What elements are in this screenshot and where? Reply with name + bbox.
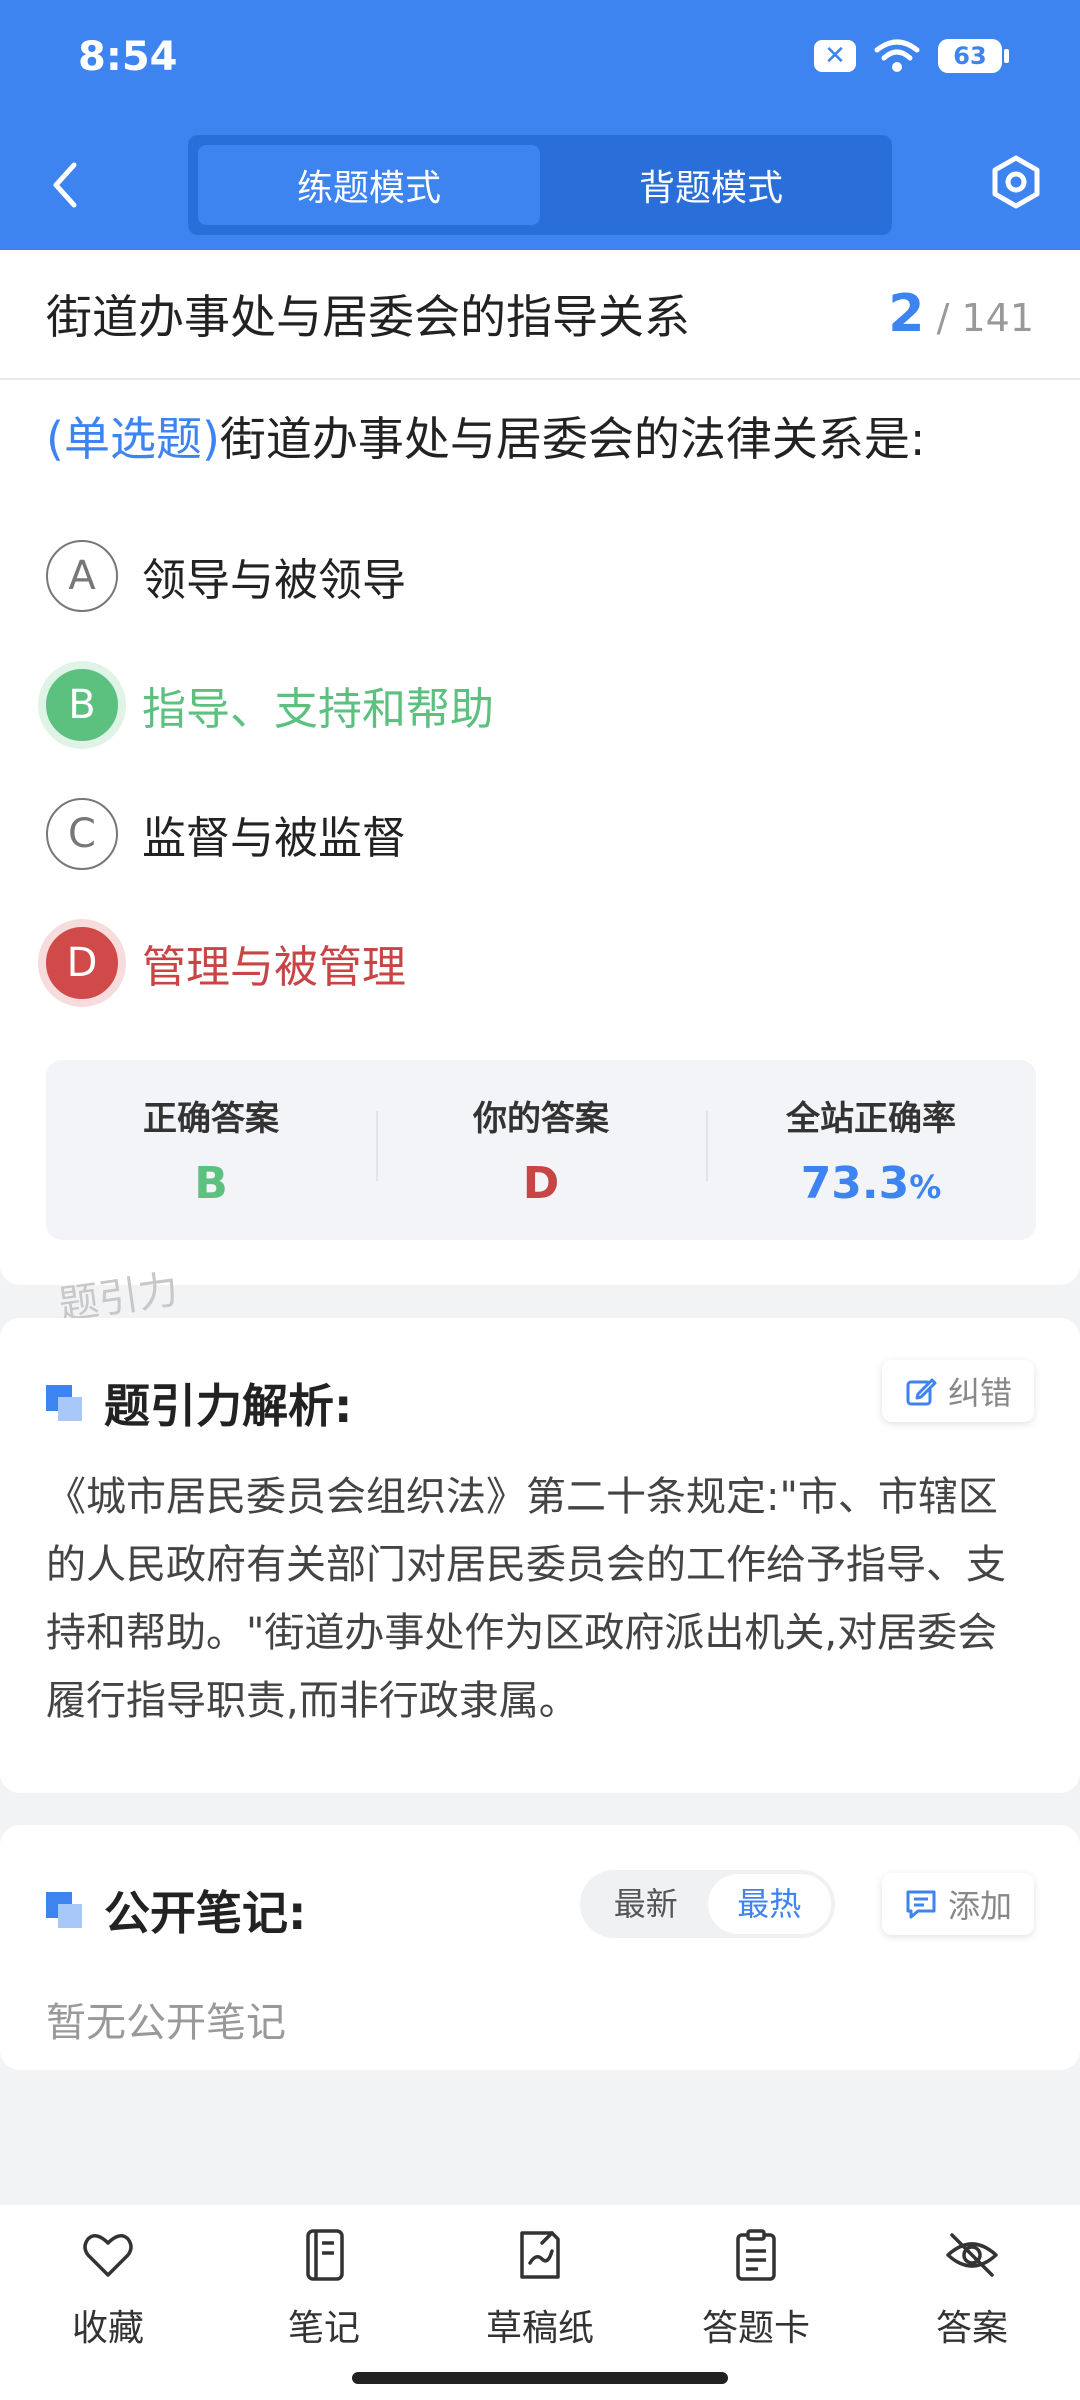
option-text: 监督与被监督	[142, 813, 406, 865]
report-error-button[interactable]: 纠错	[881, 1360, 1034, 1422]
chevron-left-icon	[53, 162, 77, 208]
answer-card-label: 答题卡	[701, 2308, 810, 2349]
answer-card-icon	[736, 2229, 776, 2281]
correct-answer-col: 正确答案 B	[46, 1091, 376, 1209]
show-answer-button[interactable]: 答案	[864, 2205, 1080, 2400]
top-header: 8:54 ✕ 63 练题模式 背题模式	[0, 0, 1080, 250]
accuracy-rate-number: 73.3	[800, 1158, 910, 1209]
status-icons: ✕ 63	[814, 38, 1009, 74]
your-answer-col: 你的答案 D	[376, 1091, 706, 1209]
draft-paper-icon	[520, 2231, 560, 2279]
notes-button[interactable]: 笔记	[216, 2205, 432, 2400]
edit-icon	[906, 1378, 937, 1406]
question-stem: 街道办事处与居委会的法律关系是:	[219, 412, 926, 466]
accuracy-rate-value: 73.3%	[706, 1158, 1036, 1209]
add-note-label: 添加	[947, 1887, 1012, 1925]
home-indicator[interactable]	[352, 2372, 728, 2384]
tab-practice-mode[interactable]: 练题模式	[198, 145, 540, 225]
draft-paper-button[interactable]: 草稿纸	[432, 2205, 648, 2400]
notes-header: 公开笔记:	[46, 1877, 306, 1943]
wifi-icon	[874, 39, 920, 72]
option-b[interactable]: B 指导、支持和帮助	[46, 641, 1034, 770]
option-letter: D	[46, 927, 118, 1000]
settings-hexagon-icon	[992, 155, 1040, 209]
notes-sort-toggle: 最新 最热	[580, 1870, 835, 1938]
your-answer-label: 你的答案	[473, 1099, 609, 1139]
notebook-icon	[306, 2229, 344, 2281]
section-squares-icon	[46, 1385, 82, 1421]
heart-icon	[83, 2234, 133, 2277]
accuracy-rate-unit: %	[909, 1168, 942, 1206]
correct-answer-label: 正确答案	[143, 1099, 279, 1139]
status-time: 8:54	[78, 34, 178, 80]
favorite-button[interactable]: 收藏	[0, 2205, 216, 2400]
analysis-card: 题引力解析: 纠错 《城市居民委员会组织法》第二十条规定:"市、市辖区的人民政府…	[0, 1318, 1080, 1793]
sort-latest[interactable]: 最新	[584, 1874, 708, 1934]
accuracy-rate-label: 全站正确率	[786, 1099, 956, 1139]
current-question-number: 2	[888, 284, 925, 344]
analysis-header: 题引力解析:	[46, 1370, 352, 1436]
back-button[interactable]	[40, 150, 90, 220]
option-letter: B	[46, 669, 118, 742]
question-progress: 2 / 141	[888, 284, 1034, 344]
analysis-title: 题引力解析:	[104, 1379, 353, 1433]
show-answer-label: 答案	[935, 2308, 1008, 2349]
total-questions: / 141	[936, 296, 1034, 340]
your-answer-value: D	[522, 1158, 560, 1209]
answer-card-button[interactable]: 答题卡	[648, 2205, 864, 2400]
question-set-title: 街道办事处与居委会的指导关系	[46, 290, 690, 344]
draft-paper-label: 草稿纸	[485, 2308, 594, 2349]
option-text: 指导、支持和帮助	[142, 684, 494, 736]
report-error-label: 纠错	[947, 1374, 1012, 1412]
option-d[interactable]: D 管理与被管理	[46, 899, 1034, 1028]
option-a[interactable]: A 领导与被领导	[46, 512, 1034, 641]
option-text: 领导与被领导	[142, 555, 406, 607]
accuracy-rate-col: 全站正确率 73.3%	[706, 1091, 1036, 1209]
option-letter: A	[46, 540, 118, 613]
settings-button[interactable]	[988, 154, 1044, 210]
option-text: 管理与被管理	[142, 942, 406, 994]
add-note-button[interactable]: 添加	[881, 1873, 1034, 1935]
favorite-label: 收藏	[71, 2308, 144, 2349]
question-text: (单选题)街道办事处与居委会的法律关系是:	[0, 380, 1080, 470]
analysis-text: 《城市居民委员会组织法》第二十条规定:"市、市辖区的人民政府有关部门对居民委员会…	[46, 1474, 1006, 1724]
question-card: 街道办事处与居委会的指导关系 2 / 141 (单选题)街道办事处与居委会的法律…	[0, 250, 1080, 1285]
public-notes-card: 公开笔记: 最新 最热 添加 暂无公开笔记	[0, 1825, 1080, 2070]
options-list: A 领导与被领导 B 指导、支持和帮助 C 监督与被监督 D 管理与被管理	[0, 512, 1080, 1028]
sort-hottest[interactable]: 最热	[707, 1874, 831, 1934]
battery-icon: 63	[938, 39, 1009, 73]
eye-off-icon	[946, 2233, 998, 2277]
question-titlebar: 街道办事处与居委会的指导关系 2 / 141	[0, 250, 1080, 380]
comment-icon	[906, 1890, 936, 1919]
question-type: (单选题)	[46, 412, 220, 466]
notes-title: 公开笔记:	[104, 1886, 307, 1940]
option-c[interactable]: C 监督与被监督	[46, 770, 1034, 899]
mode-switch: 练题模式 背题模式	[188, 135, 892, 235]
tab-memorize-mode[interactable]: 背题模式	[540, 145, 882, 225]
notification-icon: ✕	[814, 40, 856, 72]
notes-empty-text: 暂无公开笔记	[46, 2000, 286, 2046]
answer-summary: 正确答案 B 你的答案 D 全站正确率 73.3%	[46, 1060, 1036, 1240]
notes-label: 笔记	[287, 2308, 360, 2349]
correct-answer-value: B	[194, 1158, 228, 1209]
bottom-toolbar: 收藏 笔记 草稿纸 答题卡 答案	[0, 2205, 1080, 2400]
option-letter: C	[46, 798, 118, 871]
section-squares-icon	[46, 1892, 82, 1928]
